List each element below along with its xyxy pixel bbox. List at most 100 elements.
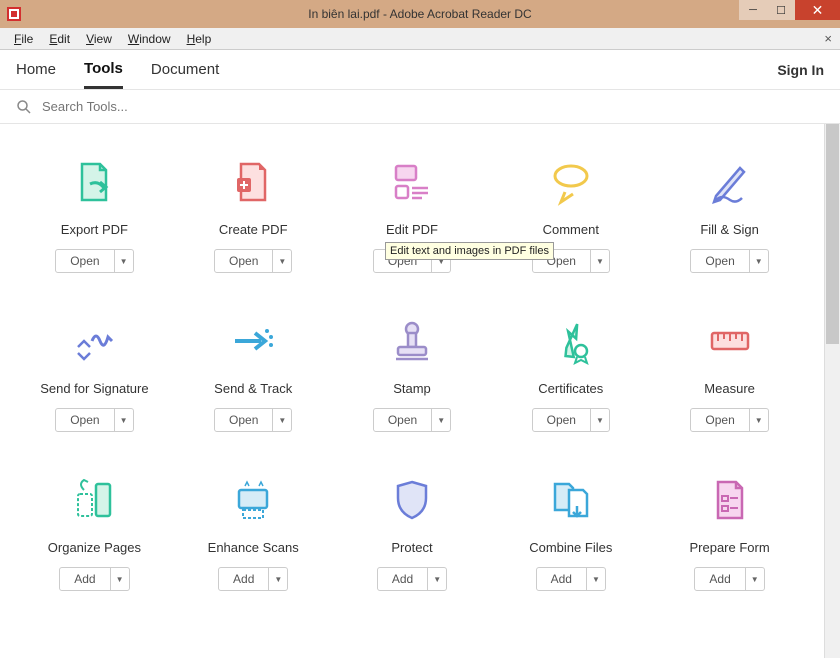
tool-prepare-form[interactable]: Prepare FormAdd▼ [655,472,804,591]
open-button-label[interactable]: Open [56,250,114,272]
tool-label: Stamp [393,381,431,396]
add-button[interactable]: Add▼ [694,567,764,591]
search-input[interactable] [42,99,824,114]
tool-label: Measure [704,381,755,396]
add-button[interactable]: Add▼ [377,567,447,591]
tooltip-edit-pdf: Edit text and images in PDF files [385,242,554,260]
window-title: In biên lai.pdf - Adobe Acrobat Reader D… [0,7,840,21]
add-button-label[interactable]: Add [537,568,587,590]
tab-tools[interactable]: Tools [84,51,123,89]
scrollbar[interactable] [824,124,840,658]
tool-enhance-scans[interactable]: Enhance Scans Add▼ [179,472,328,591]
minimize-button[interactable]: ─ [739,0,767,20]
window-controls: ─ ☐ ✕ [739,0,840,20]
dropdown-arrow-icon[interactable]: ▼ [273,409,291,431]
open-button-label[interactable]: Open [215,250,273,272]
tool-label: Send & Track [214,381,292,396]
open-button[interactable]: Open▼ [55,408,133,432]
open-button-label[interactable]: Open [691,409,749,431]
dropdown-arrow-icon[interactable]: ▼ [115,250,133,272]
tool-label: Edit PDF [386,222,438,237]
send-track-icon [225,313,281,369]
open-button[interactable]: Open▼ [214,249,292,273]
add-button-label[interactable]: Add [219,568,269,590]
add-button-label[interactable]: Add [378,568,428,590]
search-bar [0,90,840,124]
tab-close-icon[interactable]: × [824,31,832,46]
open-button-label[interactable]: Open [56,409,114,431]
tool-send-track[interactable]: Send & Track Open▼ [179,313,328,432]
dropdown-arrow-icon[interactable]: ▼ [111,568,129,590]
tab-document[interactable]: Document [151,52,219,87]
add-button[interactable]: Add▼ [536,567,606,591]
dropdown-arrow-icon[interactable]: ▼ [587,568,605,590]
add-button[interactable]: Add▼ [59,567,129,591]
tool-protect[interactable]: Protect Add▼ [338,472,487,591]
open-button[interactable]: Open▼ [214,408,292,432]
dropdown-arrow-icon[interactable]: ▼ [750,409,768,431]
open-button[interactable]: Open▼ [373,408,451,432]
dropdown-arrow-icon[interactable]: ▼ [591,250,609,272]
tool-combine-files[interactable]: Combine FilesAdd▼ [496,472,645,591]
tool-send-signature[interactable]: Send for Signature Open▼ [20,313,169,432]
sign-in-link[interactable]: Sign In [777,62,824,78]
menu-view[interactable]: View [78,30,120,48]
add-button[interactable]: Add▼ [218,567,288,591]
tool-certificates[interactable]: Certificates Open▼ [496,313,645,432]
tool-fill-sign[interactable]: Fill & Sign Open▼ [655,154,804,273]
tool-label: Enhance Scans [208,540,299,555]
stamp-icon [384,313,440,369]
dropdown-arrow-icon[interactable]: ▼ [269,568,287,590]
tool-measure[interactable]: Measure Open▼ [655,313,804,432]
dropdown-arrow-icon[interactable]: ▼ [428,568,446,590]
export-pdf-icon [66,154,122,210]
tool-label: Comment [543,222,599,237]
tool-label: Fill & Sign [700,222,759,237]
tool-create-pdf[interactable]: Create PDF Open▼ [179,154,328,273]
tool-label: Create PDF [219,222,288,237]
nav-tabs: Home Tools Document Sign In [0,50,840,90]
menubar: FileEditViewWindowHelp × [0,28,840,50]
maximize-button[interactable]: ☐ [767,0,795,20]
dropdown-arrow-icon[interactable]: ▼ [746,568,764,590]
titlebar: In biên lai.pdf - Adobe Acrobat Reader D… [0,0,840,28]
app-icon [6,6,22,22]
dropdown-arrow-icon[interactable]: ▼ [432,409,450,431]
dropdown-arrow-icon[interactable]: ▼ [115,409,133,431]
dropdown-arrow-icon[interactable]: ▼ [273,250,291,272]
menu-window[interactable]: Window [120,30,179,48]
create-pdf-icon [225,154,281,210]
edit-pdf-icon [384,154,440,210]
open-button-label[interactable]: Open [533,409,591,431]
add-button-label[interactable]: Add [60,568,110,590]
tab-home[interactable]: Home [16,52,56,87]
close-button[interactable]: ✕ [795,0,840,20]
scrollbar-thumb[interactable] [826,124,839,344]
menu-help[interactable]: Help [179,30,220,48]
tool-label: Send for Signature [40,381,148,396]
open-button[interactable]: Open▼ [690,408,768,432]
menu-file[interactable]: File [6,30,41,48]
tool-label: Protect [391,540,432,555]
menu-edit[interactable]: Edit [41,30,78,48]
tool-export-pdf[interactable]: Export PDFOpen▼ [20,154,169,273]
open-button[interactable]: Open▼ [532,408,610,432]
send-signature-icon [66,313,122,369]
protect-icon [384,472,440,528]
open-button[interactable]: Open▼ [690,249,768,273]
open-button[interactable]: Open▼ [55,249,133,273]
combine-files-icon [543,472,599,528]
dropdown-arrow-icon[interactable]: ▼ [591,409,609,431]
open-button-label[interactable]: Open [215,409,273,431]
tool-stamp[interactable]: Stamp Open▼ [338,313,487,432]
tool-label: Certificates [538,381,603,396]
search-icon [16,99,32,115]
organize-pages-icon [66,472,122,528]
tool-organize-pages[interactable]: Organize PagesAdd▼ [20,472,169,591]
add-button-label[interactable]: Add [695,568,745,590]
open-button-label[interactable]: Open [374,409,432,431]
dropdown-arrow-icon[interactable]: ▼ [750,250,768,272]
prepare-form-icon [702,472,758,528]
content-area: Export PDFOpen▼Create PDFOpen▼Edit PDFOp… [0,124,840,658]
open-button-label[interactable]: Open [691,250,749,272]
